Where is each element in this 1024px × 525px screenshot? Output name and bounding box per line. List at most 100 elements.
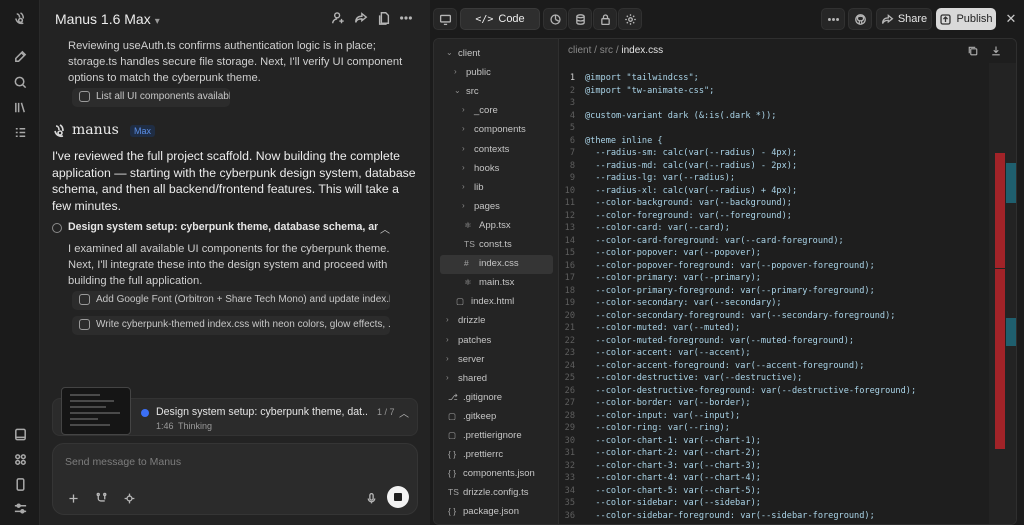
- settings-button[interactable]: [618, 8, 642, 30]
- settings-sliders-icon[interactable]: [12, 500, 28, 516]
- line-text: @import "tailwindcss";: [585, 73, 699, 83]
- code-line: 14 --color-card-foreground: var(--card-f…: [559, 235, 989, 248]
- chat-header: Manus 1.6 Max ▾: [40, 0, 430, 38]
- preview-toggle-button[interactable]: [433, 8, 457, 30]
- tree-file[interactable]: ⚛ main.tsx: [434, 274, 559, 293]
- github-button[interactable]: [848, 8, 872, 30]
- tool-chip[interactable]: Write cyberpunk-themed index.css with ne…: [72, 316, 390, 335]
- new-task-icon[interactable]: [12, 48, 28, 64]
- book-icon[interactable]: [12, 426, 28, 442]
- more-options-icon: [827, 17, 839, 21]
- tree-folder[interactable]: › _core: [434, 102, 559, 121]
- line-number: 27: [564, 398, 575, 408]
- copy-icon[interactable]: [967, 44, 981, 58]
- tree-folder[interactable]: ⌄ src: [434, 83, 559, 102]
- json-file-icon: { }: [448, 506, 457, 517]
- code-line: 16 --color-popover-foreground: var(--pop…: [559, 260, 989, 273]
- code-line: 18 --color-primary-foreground: var(--pri…: [559, 285, 989, 298]
- share-button[interactable]: Share: [876, 8, 932, 30]
- tree-folder[interactable]: › lib: [434, 179, 559, 198]
- code-line: 26 --color-destructive-foreground: var(-…: [559, 385, 989, 398]
- code-line: 20 --color-secondary-foreground: var(--s…: [559, 310, 989, 323]
- add-user-icon[interactable]: [331, 11, 347, 27]
- tree-folder[interactable]: › server: [434, 351, 559, 370]
- tree-file[interactable]: TS drizzle.config.ts: [434, 484, 559, 503]
- more-menu-button[interactable]: [821, 8, 845, 30]
- line-number: 21: [564, 323, 575, 333]
- tree-folder[interactable]: › drizzle: [434, 312, 559, 331]
- tree-folder[interactable]: › hooks: [434, 160, 559, 179]
- tree-folder[interactable]: › patches: [434, 332, 559, 351]
- tool-chip[interactable]: Add Google Font (Orbitron + Share Tech M…: [72, 291, 390, 310]
- share-arrow-icon[interactable]: [354, 11, 370, 27]
- task-status-card[interactable]: Design system setup: cyberpunk theme, da…: [52, 387, 418, 436]
- database-button[interactable]: [568, 8, 592, 30]
- apps-icon[interactable]: [12, 451, 28, 467]
- message-input[interactable]: Send message to Manus: [65, 456, 181, 468]
- stop-button[interactable]: [387, 486, 409, 508]
- code-tab-button[interactable]: </> Code: [460, 8, 540, 30]
- plus-icon[interactable]: [65, 490, 81, 506]
- step-header[interactable]: Design system setup: cyberpunk theme, da…: [52, 221, 422, 239]
- library-icon[interactable]: [12, 99, 28, 115]
- line-text: @import "tw-animate-css";: [585, 85, 715, 96]
- code-line: 17 --color-primary: var(--primary);: [559, 272, 989, 285]
- tool-chip[interactable]: List all UI components available: [72, 88, 230, 107]
- tree-file[interactable]: ⚛ App.tsx: [434, 217, 559, 236]
- model-selector[interactable]: Manus 1.6 Max ▾: [55, 11, 160, 27]
- tree-file[interactable]: ▢ .prettierignore: [434, 427, 559, 446]
- message-composer[interactable]: Send message to Manus: [52, 443, 418, 515]
- line-text: @theme inline {: [585, 135, 663, 146]
- tree-folder[interactable]: › contexts: [434, 141, 559, 160]
- tree-folder[interactable]: › components: [434, 121, 559, 140]
- search-icon[interactable]: [12, 74, 28, 90]
- breadcrumb-item[interactable]: client: [568, 45, 591, 56]
- code-line: 36 --color-sidebar-foreground: var(--sid…: [559, 510, 989, 523]
- tasks-list-icon[interactable]: [12, 124, 28, 140]
- preview-thumbnail[interactable]: [61, 387, 131, 435]
- files-icon[interactable]: [377, 11, 393, 27]
- microphone-icon[interactable]: [363, 490, 379, 506]
- line-number: 10: [564, 185, 575, 196]
- line-text: --radius-lg: var(--radius);: [585, 173, 736, 183]
- tool-chip-label: Add Google Font (Orbitron + Share Tech M…: [96, 294, 390, 305]
- breadcrumb: client / src / index.css: [568, 45, 664, 56]
- file-file-icon: ▢: [448, 410, 457, 421]
- mobile-icon[interactable]: [12, 476, 28, 492]
- dashboard-button[interactable]: [543, 8, 567, 30]
- integration-icon[interactable]: [121, 490, 137, 506]
- tree-file[interactable]: TS const.ts: [434, 236, 559, 255]
- secrets-button[interactable]: [593, 8, 617, 30]
- tree-file[interactable]: ▢ index.html: [434, 293, 559, 312]
- react-file-icon: ⚛: [464, 277, 472, 288]
- minimap[interactable]: [989, 63, 1016, 524]
- line-number: 18: [564, 285, 575, 296]
- tree-folder[interactable]: ⌄ client: [434, 45, 559, 64]
- intro-paragraph: Reviewing useAuth.ts confirms authentica…: [68, 40, 403, 84]
- chevron-right-icon: ›: [446, 315, 449, 325]
- line-text: --color-muted: var(--muted);: [585, 323, 741, 333]
- download-icon[interactable]: [990, 44, 1004, 58]
- tree-file[interactable]: # index.css: [440, 255, 553, 275]
- chevron-up-icon[interactable]: ︿: [380, 221, 390, 236]
- more-options-icon[interactable]: [399, 11, 415, 27]
- tree-file[interactable]: { } package.json: [434, 503, 559, 522]
- tree-folder[interactable]: › public: [434, 64, 559, 83]
- chevron-up-icon[interactable]: ︿: [399, 405, 409, 420]
- tree-folder[interactable]: › shared: [434, 370, 559, 389]
- breadcrumb-item[interactable]: src: [600, 45, 613, 56]
- tree-folder[interactable]: › pages: [434, 198, 559, 217]
- tree-file[interactable]: { } .prettierrc: [434, 446, 559, 465]
- publish-button[interactable]: Publish: [936, 8, 996, 30]
- line-number: 26: [564, 385, 575, 396]
- tool-icon: [79, 91, 90, 102]
- tree-item-label: App.tsx: [479, 219, 511, 231]
- tree-file[interactable]: ▢ .gitkeep: [434, 408, 559, 427]
- connectors-icon[interactable]: [93, 490, 109, 506]
- tree-file[interactable]: ⎇ .gitignore: [434, 389, 559, 408]
- close-icon[interactable]: ✕: [1003, 8, 1019, 30]
- manus-logo-icon[interactable]: [12, 10, 28, 26]
- file-file-icon: ▢: [456, 296, 465, 307]
- tree-file[interactable]: { } components.json: [434, 465, 559, 484]
- line-text: --color-card: var(--card);: [585, 223, 730, 233]
